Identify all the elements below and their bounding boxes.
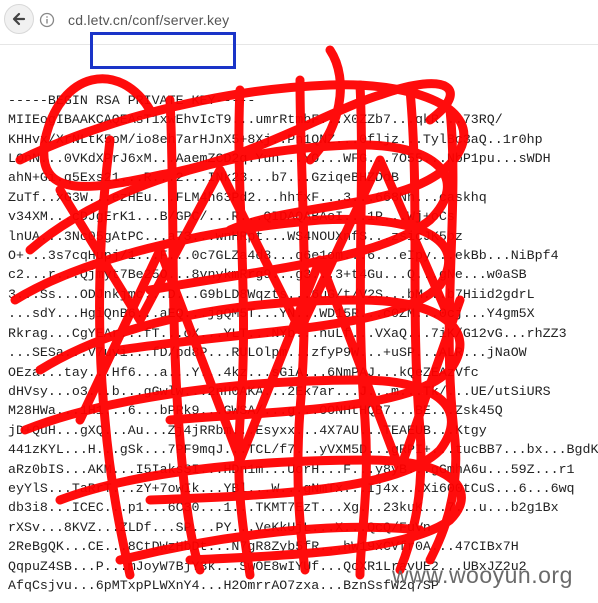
address-bar[interactable]: cd.letv.cn/conf/server.key <box>60 5 590 35</box>
watermark: www.wooyun.org <box>392 562 573 588</box>
key-line: lnUA...3Nc05gAtPC...a73...wnHRpt...WS4NO… <box>8 228 463 244</box>
key-line: MIIEogIBAAKCAQEAsT1xwEhvIcT9...umrRtmbF.… <box>8 112 503 128</box>
key-line: v34XM...cDJgErK1...B/GPC/...R...QIDAQABA… <box>8 209 455 225</box>
info-button[interactable] <box>38 11 56 29</box>
key-line: 2ReBgQK...CE...8CtDWzHbDt...N7gR8Zyb5fR.… <box>8 539 519 555</box>
key-line: rXSv...8KVZ...ZLDf...SP...PY...VeKkUjL..… <box>8 519 431 535</box>
key-line: LOnN...0VKdXPrJ6xM...AaemZCD2q.Yun...YO.… <box>8 151 551 167</box>
info-icon <box>39 12 55 28</box>
key-line: ahN+Gi.q5Exs21...R...2...INk23...b7...Gz… <box>8 170 399 186</box>
key-line: Rkrag...CgYEAr...fT...oX...YLT...NYb...n… <box>8 325 567 341</box>
back-button[interactable] <box>4 4 34 34</box>
key-line: db3i8...ICEC...p1...6C30...1...TKMT7EzT.… <box>8 500 559 516</box>
key-line: M28HWa...1H1...6...bPRk9...GWSA/...g...O… <box>8 403 503 419</box>
key-line: dHVsy...o3...b...gGwlw...2nH0AKA...2Ek7a… <box>8 383 551 399</box>
back-arrow-icon <box>12 12 26 26</box>
key-line: OEza...tay...Hf6...a...Y...4kz...sGiA...… <box>8 364 479 380</box>
key-line: ...sdY...HgiQnB6...aEQ...jgQM5T...YN...W… <box>8 306 535 322</box>
address-bar-url: cd.letv.cn/conf/server.key <box>68 12 230 28</box>
key-line: ZuTf..xG3W...ezHEu...FLM4h63Pd2...hhfxF.… <box>8 189 487 205</box>
key-line: -----BEGIN RSA PRIVATE KEY----- <box>8 92 256 108</box>
key-line: eyYlS...TaRrT...zY+7owIk...YBl...W...gNm… <box>8 480 575 496</box>
key-line: jD+QuH...gXQ...Au...Zj4jRRbm...Esyxx...4… <box>8 422 487 438</box>
key-line: O+...3s7cqHupj/1...F...0c7GLZa4d8...q6e1… <box>8 248 559 264</box>
key-line: ...SESa...V7uvi...fD/pd8P...RULOlpm...zf… <box>8 345 527 361</box>
highlight-box <box>90 32 236 69</box>
key-line: aRz0bIS...AKM...I5IaksSI...HDn1m...UorH.… <box>8 461 575 477</box>
key-file-content: -----BEGIN RSA PRIVATE KEY----- MIIEogIBA… <box>8 52 598 592</box>
key-line: 3...Ss...ODJnkjmc...D...G9bLD8Wqzts...6u… <box>8 286 535 302</box>
key-line: 441zKYL...H...gSk...7PF9mqJ...TCL/f7...y… <box>8 442 598 458</box>
key-line: KHHvx/XrNLtK5oM/io8eh7arHJnX5+8Xj..Pn1QN… <box>8 131 543 147</box>
key-line: c2...r...Qjmyt7Be25O...8vnykmRrg9...g3..… <box>8 267 527 283</box>
